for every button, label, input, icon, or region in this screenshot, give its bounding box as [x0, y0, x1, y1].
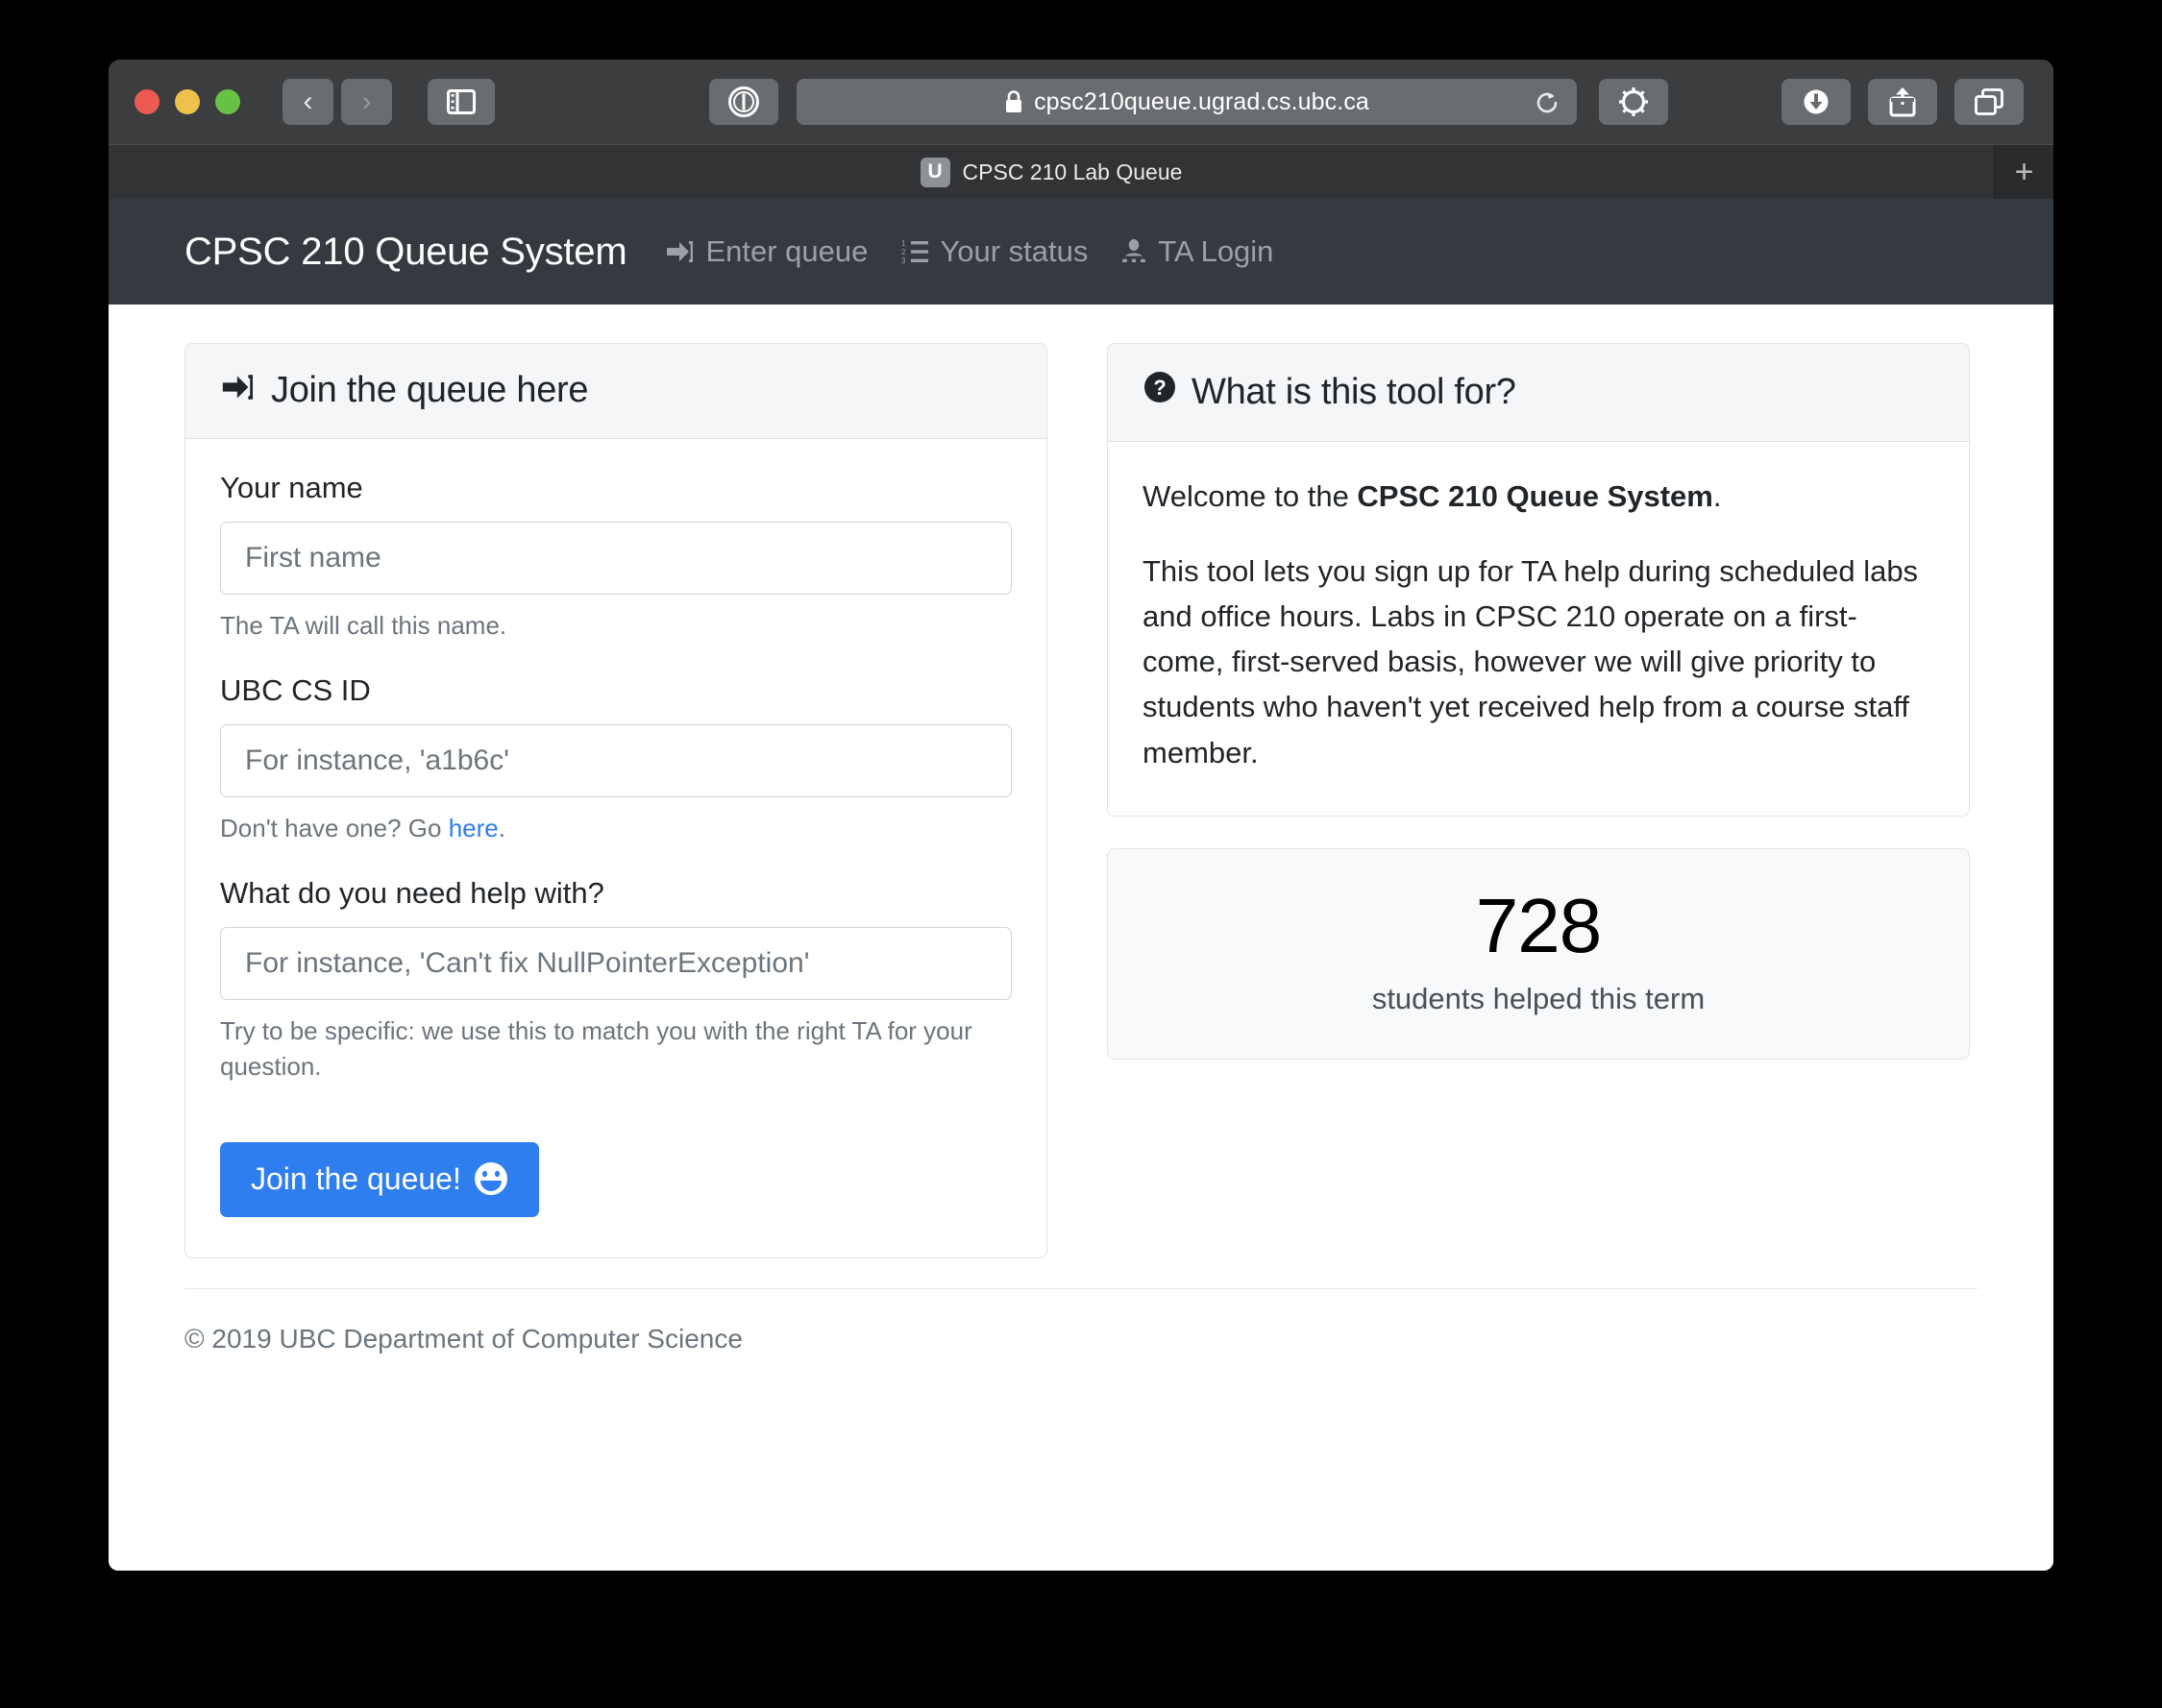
tab-overview-button[interactable] [1954, 79, 2024, 125]
reader-view-button[interactable] [709, 79, 778, 125]
name-help-text: The TA will call this name. [220, 611, 507, 640]
back-button[interactable]: ‹ [283, 79, 333, 125]
svg-text:2: 2 [901, 248, 906, 256]
tab-overview-icon [1975, 88, 2003, 115]
cs-id-input[interactable] [220, 723, 1012, 797]
nav-link-label: Your status [940, 234, 1089, 268]
site-navbar: CPSC 210 Queue System Enter queue 1 2 3 … [109, 199, 2053, 305]
sidebar-toggle-button[interactable] [428, 79, 495, 125]
brand-title[interactable]: CPSC 210 Queue System [184, 231, 627, 274]
new-tab-button[interactable]: + [1995, 145, 2053, 199]
svg-text:1: 1 [901, 239, 906, 248]
tab-bar: U CPSC 210 Lab Queue + [109, 144, 2053, 199]
nav-link-ta-login[interactable]: TA Login [1120, 234, 1273, 269]
chevron-right-icon: › [361, 85, 372, 117]
question-input[interactable] [220, 926, 1012, 1000]
nav-link-enter-queue[interactable]: Enter queue [666, 234, 868, 269]
first-name-input[interactable] [220, 522, 1012, 595]
cs-id-label: UBC CS ID [220, 672, 371, 707]
join-queue-card-title: Join the queue here [271, 370, 589, 410]
nav-link-your-status[interactable]: 1 2 3 Your status [900, 234, 1088, 269]
share-button[interactable] [1868, 79, 1937, 125]
chevron-left-icon: ‹ [303, 85, 313, 117]
welcome-text-after: . [1712, 479, 1722, 513]
grinning-smile-emoji [474, 1161, 508, 1196]
svg-text:3: 3 [901, 256, 906, 264]
reload-button[interactable] [1531, 86, 1563, 119]
svg-text:?: ? [1153, 376, 1166, 400]
name-label: Your name [220, 471, 363, 504]
toolbar-right-buttons [1781, 79, 2024, 125]
address-bar[interactable]: cpsc210queue.ugrad.cs.ubc.ca [797, 79, 1577, 125]
footer: © 2019 UBC Department of Computer Scienc… [109, 1287, 2053, 1354]
cs-id-field-group: UBC CS ID Don't have one? Go here. [220, 673, 1012, 846]
join-queue-card: Join the queue here Your name The TA wil… [184, 343, 1047, 1258]
page-viewport: CPSC 210 Queue System Enter queue 1 2 3 … [109, 199, 2053, 1571]
students-helped-stat-card: 728 students helped this term [1107, 847, 1970, 1060]
sidebar-toggle-icon [447, 89, 476, 114]
nav-links: Enter queue 1 2 3 Your status TA Login [666, 234, 1273, 269]
sign-in-icon [220, 370, 257, 411]
nav-link-label: TA Login [1158, 234, 1274, 268]
info-card-title: What is this tool for? [1192, 371, 1516, 412]
user-secret-icon [1120, 238, 1147, 265]
welcome-text-before: Welcome to the [1142, 479, 1358, 513]
nav-link-label: Enter queue [705, 234, 869, 268]
info-card-header: ? What is this tool for? [1108, 344, 1969, 442]
info-paragraph: This tool lets you sign up for TA help d… [1142, 554, 1919, 769]
question-field-group: What do you need help with? Try to be sp… [220, 876, 1012, 1085]
join-queue-form: Your name The TA will call this name. UB… [185, 439, 1046, 1257]
settings-button[interactable] [1599, 79, 1668, 125]
question-help-text: Try to be specific: we use this to match… [220, 1015, 972, 1081]
info-card: ? What is this tool for? Welcome to the … [1107, 343, 1970, 817]
join-queue-card-header: Join the queue here [185, 344, 1046, 439]
window-controls [135, 89, 240, 114]
question-label: What do you need help with? [220, 875, 604, 910]
cs-id-help-after: . [498, 813, 505, 842]
navigation-buttons: ‹ › [283, 79, 392, 125]
question-circle-icon: ? [1142, 370, 1177, 414]
right-column: ? What is this tool for? Welcome to the … [1107, 343, 1970, 1258]
gear-icon [1619, 87, 1648, 116]
join-queue-button-label: Join the queue! [251, 1160, 461, 1196]
welcome-paragraph: Welcome to the CPSC 210 Queue System. [1142, 474, 1934, 519]
cs-id-help-text: Don't have one? Go here. [220, 811, 1012, 846]
reload-icon [1536, 92, 1558, 113]
footer-copyright: © 2019 UBC Department of Computer Scienc… [184, 1323, 743, 1354]
browser-tab[interactable]: U CPSC 210 Lab Queue [109, 145, 1995, 199]
left-column: Join the queue here Your name The TA wil… [184, 343, 1047, 1258]
ordered-list-icon: 1 2 3 [900, 239, 929, 264]
name-field-group: Your name The TA will call this name. [220, 471, 1012, 644]
cs-id-help-before: Don't have one? Go [220, 813, 449, 842]
welcome-text-bold: CPSC 210 Queue System [1357, 479, 1713, 513]
close-window-button[interactable] [135, 89, 160, 114]
share-icon [1889, 87, 1916, 117]
students-helped-label: students helped this term [1371, 981, 1706, 1015]
tab-title: CPSC 210 Lab Queue [962, 159, 1183, 184]
download-icon [1804, 89, 1829, 114]
reader-view-icon [728, 86, 759, 117]
maximize-window-button[interactable] [215, 89, 240, 114]
browser-window: ‹ › cpsc210queue.ugrad.cs.ubc.ca U CPSC … [109, 60, 2053, 1571]
sign-in-icon [666, 239, 695, 264]
downloads-button[interactable] [1781, 79, 1851, 125]
main-content: Join the queue here Your name The TA wil… [109, 305, 2053, 1258]
students-helped-count: 728 [1475, 882, 1602, 968]
favicon-u-icon: U [920, 157, 950, 187]
browser-toolbar: ‹ › cpsc210queue.ugrad.cs.ubc.ca [109, 60, 2053, 144]
lock-icon [1004, 89, 1023, 114]
url-text: cpsc210queue.ugrad.cs.ubc.ca [1034, 87, 1369, 115]
info-card-body: Welcome to the CPSC 210 Queue System. Th… [1108, 442, 1969, 816]
forward-button[interactable]: › [341, 79, 392, 125]
cs-id-help-link[interactable]: here [449, 814, 499, 842]
join-queue-button[interactable]: Join the queue! [220, 1141, 539, 1217]
minimize-window-button[interactable] [175, 89, 200, 114]
